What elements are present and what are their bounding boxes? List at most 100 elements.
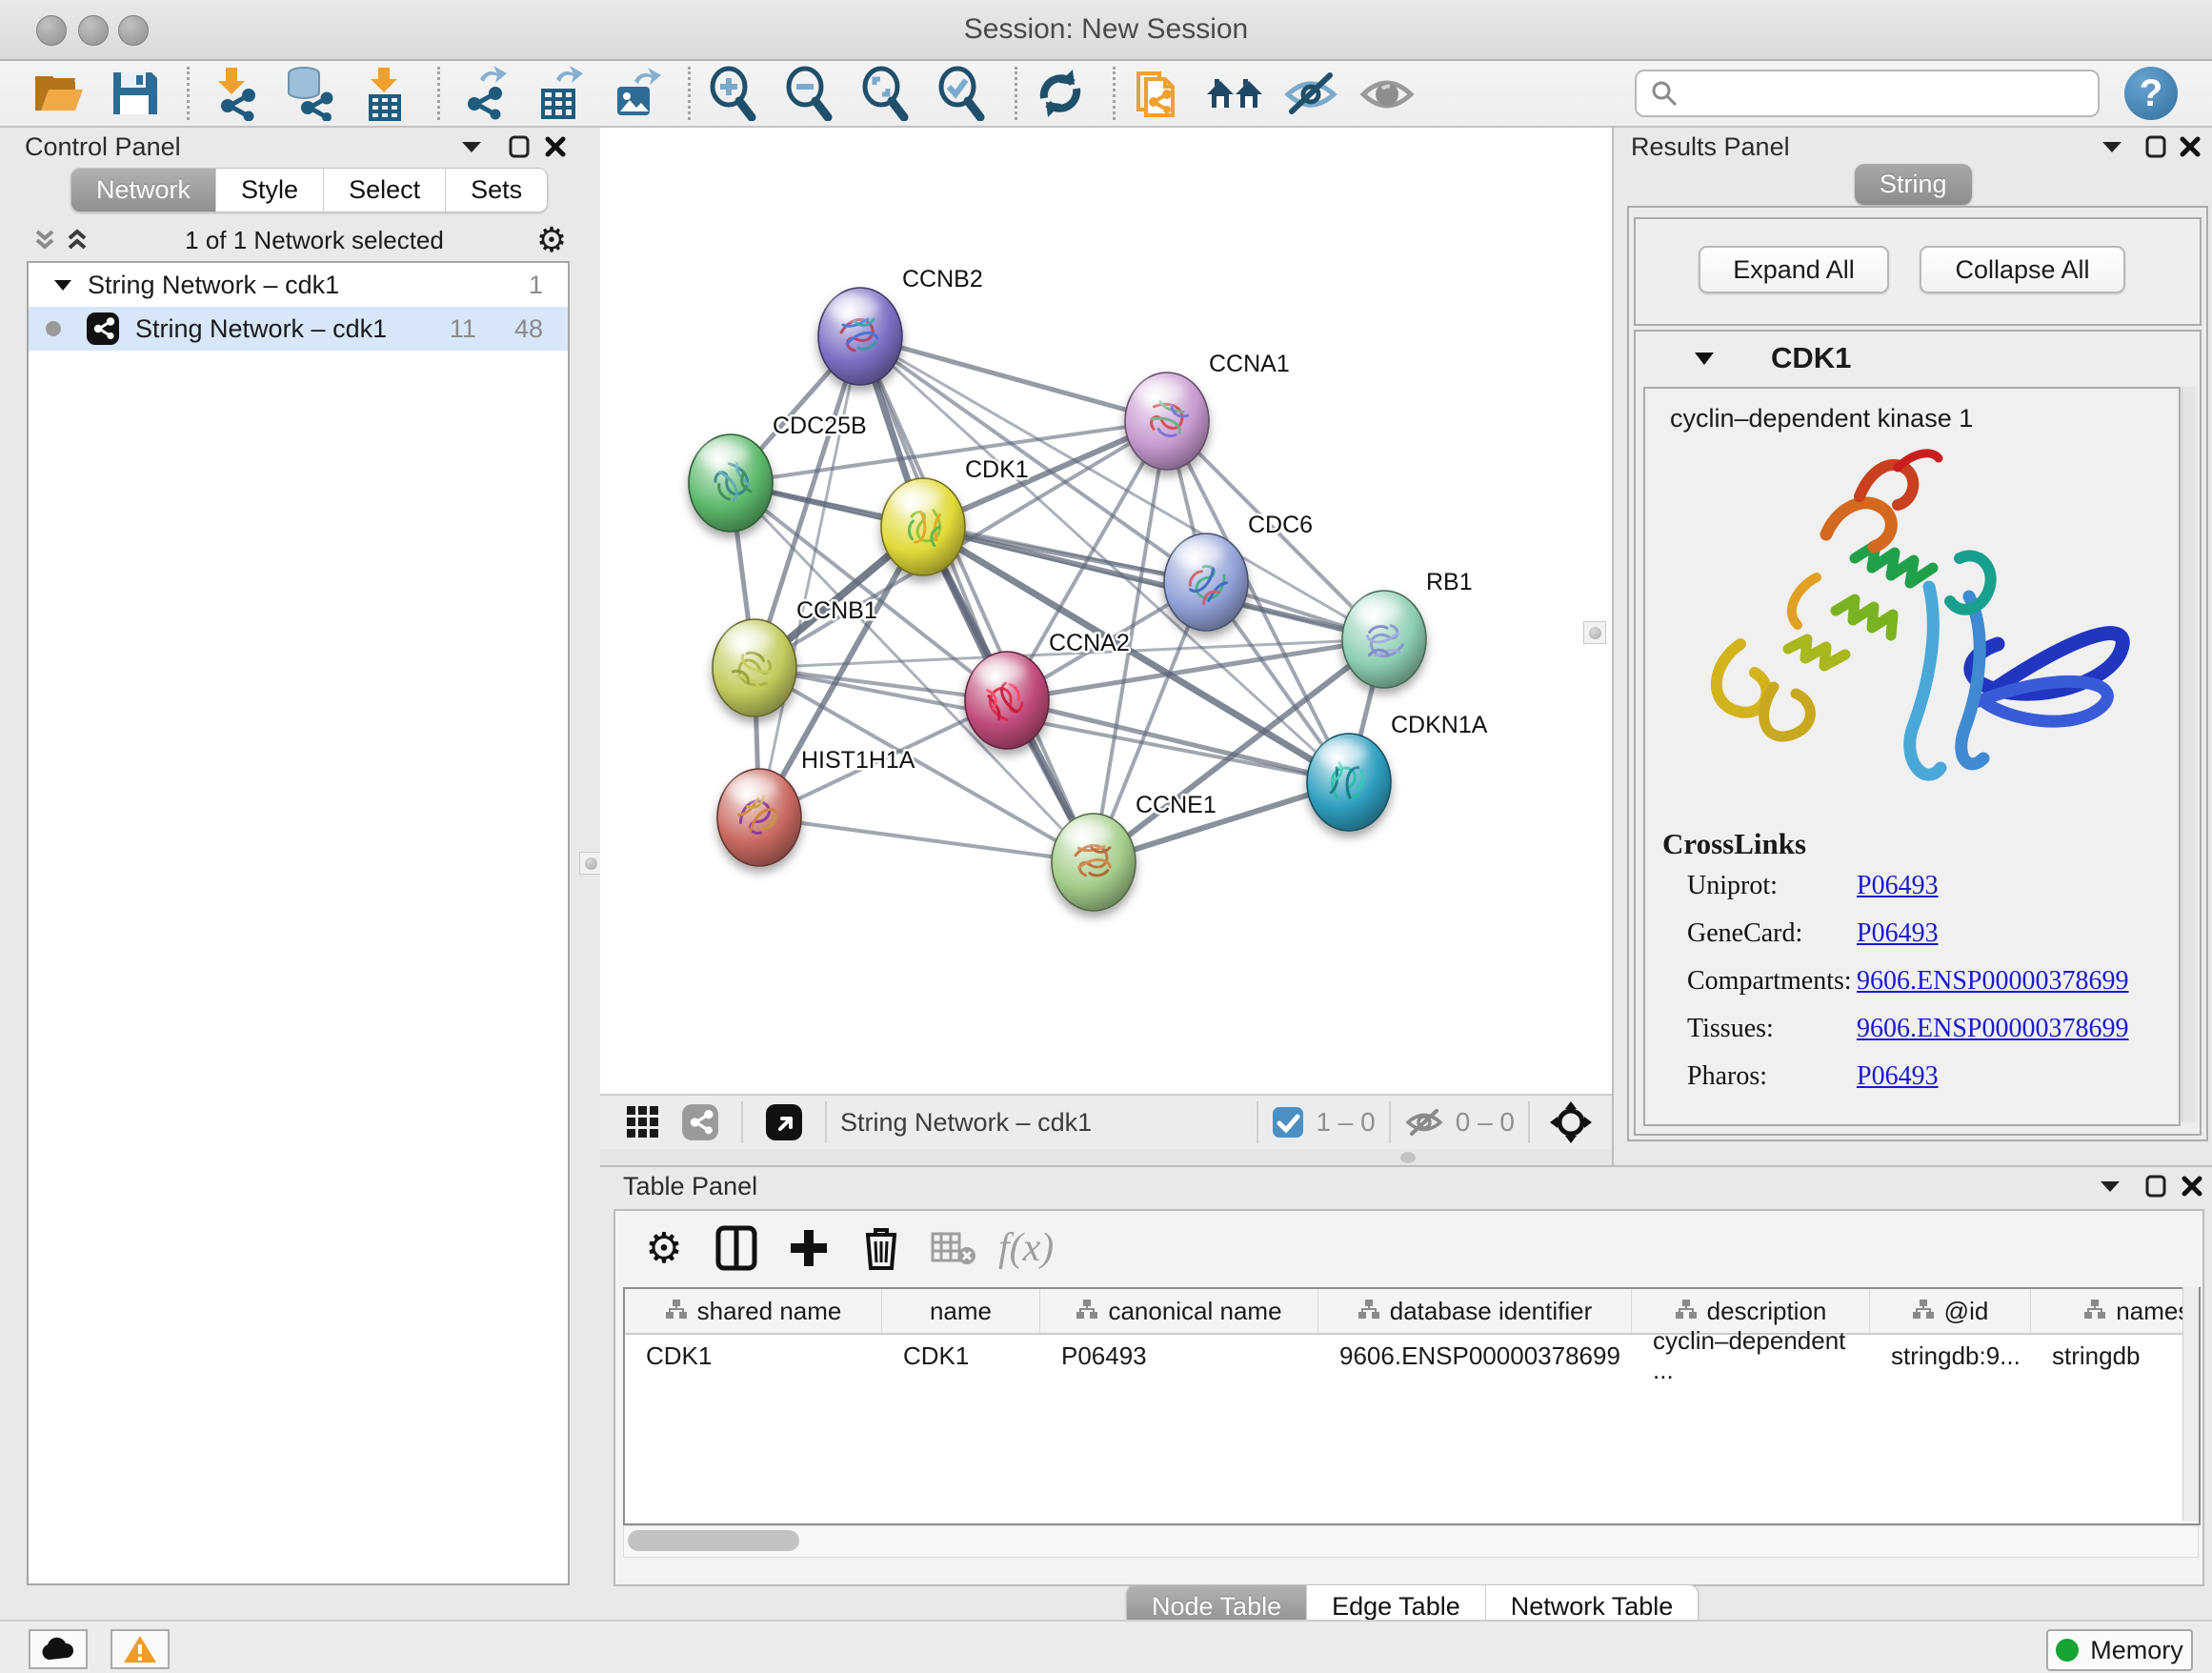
column-header-namespace[interactable]: namespace	[2031, 1289, 2201, 1333]
protein-section-header[interactable]: CDK1	[1636, 332, 2200, 385]
edge-HIST1H1A-CCNE1[interactable]	[759, 817, 1094, 862]
edge-CCNB2-CCNE1[interactable]	[860, 336, 1094, 862]
show-all-eye-icon[interactable]	[1357, 64, 1417, 123]
network-share-view-icon[interactable]	[673, 1095, 728, 1150]
detach-view-icon[interactable]	[756, 1095, 812, 1150]
table-horizontal-scrollbar[interactable]	[623, 1525, 2199, 1558]
network-canvas[interactable]: CCNB2CCNA1CDC25BCDK1CDC6RB1CCNB1CCNA2CDK…	[600, 128, 1614, 1094]
collapse-all-button[interactable]: Collapse All	[1920, 246, 2125, 293]
delete-column-icon[interactable]	[854, 1220, 909, 1276]
right-dock-splitter-handle[interactable]	[1583, 621, 1606, 644]
function-builder-icon[interactable]: f(x)	[998, 1220, 1054, 1276]
column-header-name[interactable]: name	[882, 1289, 1040, 1333]
column-header-canonical-name[interactable]: canonical name	[1040, 1289, 1318, 1333]
splitter-dot[interactable]	[1400, 1152, 1416, 1163]
import-network-database-icon[interactable]	[279, 64, 338, 123]
table-panel-float-icon[interactable]	[2140, 1170, 2172, 1202]
table-panel-menu-icon[interactable]	[2094, 1170, 2126, 1202]
node-HIST1H1A[interactable]	[717, 769, 801, 866]
node-CDK1[interactable]	[881, 478, 965, 575]
left-dock-splitter-handle[interactable]	[579, 852, 602, 875]
two-houses-icon[interactable]	[1205, 64, 1264, 123]
protein-description: cyclin–dependent kinase 1	[1645, 389, 2179, 433]
table-panel-close-icon[interactable]	[2176, 1170, 2208, 1202]
collapse-all-icon[interactable]	[29, 224, 61, 256]
column-header-shared-name[interactable]: shared name	[625, 1289, 882, 1333]
collection-count: 1	[529, 271, 543, 300]
expand-all-icon[interactable]	[61, 224, 93, 256]
duplicate-network-icon[interactable]	[1129, 64, 1188, 123]
zoom-fit-icon[interactable]	[856, 64, 915, 123]
crosslink-link[interactable]: 9606.ENSP00000378699	[1857, 1014, 2128, 1044]
crosslink-link[interactable]: P06493	[1857, 1061, 1939, 1092]
hidden-eye-slash-icon[interactable]	[1404, 1105, 1444, 1139]
control-panel-float-icon[interactable]	[503, 131, 535, 163]
help-button[interactable]: ?	[2124, 67, 2178, 120]
network-options-gear-icon[interactable]: ⚙	[535, 224, 568, 256]
bottom-splitter-strip[interactable]	[600, 1149, 1612, 1166]
shared-column-icon	[665, 1297, 688, 1326]
node-CCNB2[interactable]	[818, 288, 902, 385]
scrollbar-thumb[interactable]	[628, 1530, 799, 1551]
column-header-@id[interactable]: @id	[1870, 1289, 2031, 1333]
grid-view-icon[interactable]	[615, 1095, 671, 1150]
results-panel-float-icon[interactable]	[2140, 131, 2172, 163]
show-columns-icon[interactable]	[709, 1220, 764, 1276]
table-vertical-scrollbar[interactable]	[2182, 1287, 2199, 1522]
cloud-button[interactable]	[29, 1629, 88, 1669]
selected-checkbox-icon[interactable]	[1272, 1106, 1304, 1139]
birdseye-crosshair-icon[interactable]	[1543, 1095, 1599, 1150]
node-CDKN1A[interactable]	[1307, 734, 1391, 831]
node-CCNA1[interactable]	[1125, 373, 1209, 470]
zoom-in-icon[interactable]	[704, 64, 763, 123]
open-session-icon[interactable]	[29, 64, 88, 123]
warnings-button[interactable]	[111, 1629, 170, 1669]
tab-network[interactable]: Network	[71, 169, 216, 212]
tab-style[interactable]: Style	[216, 169, 324, 212]
node-CCNB1[interactable]	[713, 619, 796, 716]
crosslink-link[interactable]: P06493	[1857, 918, 1939, 949]
crosslink-link[interactable]: P06493	[1857, 871, 1939, 901]
add-column-icon[interactable]	[781, 1220, 836, 1276]
control-panel-menu-icon[interactable]	[455, 131, 488, 163]
viewbar-separator	[1257, 1101, 1258, 1143]
memory-button[interactable]: Memory	[2046, 1629, 2193, 1671]
export-image-icon[interactable]	[606, 64, 665, 123]
zoom-out-icon[interactable]	[780, 64, 839, 123]
hide-selected-eye-slash-icon[interactable]	[1281, 64, 1340, 123]
control-panel-close-icon[interactable]	[539, 131, 572, 163]
network-row[interactable]: String Network – cdk1 11 48	[29, 307, 568, 351]
refresh-icon[interactable]	[1031, 64, 1090, 123]
network-node-count: 11	[450, 314, 476, 344]
table-gear-icon[interactable]: ⚙	[636, 1220, 692, 1276]
search-input[interactable]	[1679, 78, 2082, 110]
export-network-icon[interactable]	[453, 64, 513, 123]
expand-all-button[interactable]: Expand All	[1699, 246, 1889, 293]
save-session-icon[interactable]	[105, 64, 164, 123]
edge-CCNB2-HIST1H1A[interactable]	[759, 336, 860, 817]
results-scrollbar[interactable]	[2182, 387, 2196, 1122]
network-collection-row[interactable]: String Network – cdk1 1	[29, 263, 568, 307]
column-header-database-identifier[interactable]: database identifier	[1318, 1289, 1632, 1333]
import-network-file-icon[interactable]	[203, 64, 262, 123]
zoom-selected-icon[interactable]	[933, 64, 992, 123]
delete-table-icon[interactable]	[926, 1220, 981, 1276]
tab-string[interactable]: String	[1855, 164, 1972, 205]
node-CDC6[interactable]	[1164, 534, 1248, 631]
export-table-icon[interactable]	[530, 64, 589, 123]
tab-sets[interactable]: Sets	[446, 169, 547, 212]
node-CDC25B[interactable]	[689, 434, 773, 532]
node-RB1[interactable]	[1342, 591, 1426, 688]
results-panel-menu-icon[interactable]	[2096, 131, 2128, 163]
collection-expand-icon[interactable]	[53, 278, 72, 292]
tab-select[interactable]: Select	[324, 169, 446, 212]
results-panel-close-icon[interactable]	[2174, 131, 2206, 163]
table-row[interactable]: CDK1CDK1P064939606.ENSP00000378699cyclin…	[625, 1335, 2199, 1377]
protein-collapse-icon[interactable]	[1693, 351, 1716, 366]
node-CCNA2[interactable]	[965, 652, 1049, 749]
import-table-icon[interactable]	[355, 64, 414, 123]
column-label: name	[930, 1297, 992, 1326]
network-current-dot	[46, 321, 61, 336]
node-CCNE1[interactable]	[1052, 814, 1136, 911]
crosslink-link[interactable]: 9606.ENSP00000378699	[1857, 966, 2128, 997]
